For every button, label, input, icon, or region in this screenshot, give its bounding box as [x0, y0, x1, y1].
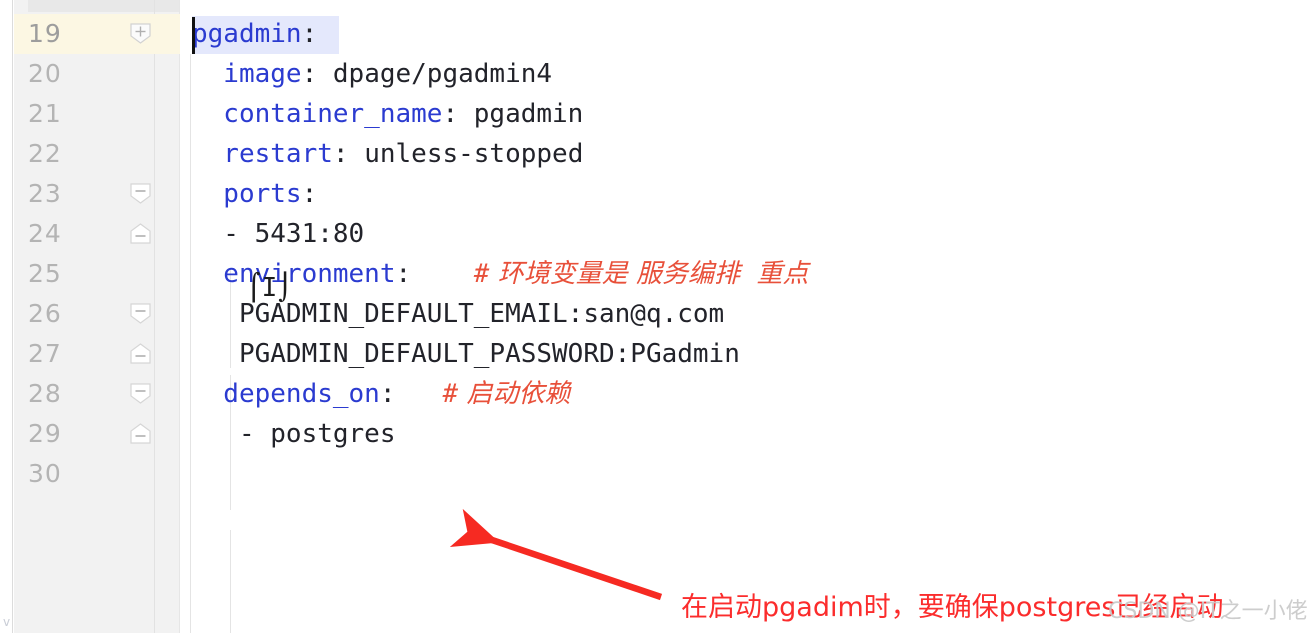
- code-token-plain: :: [442, 99, 474, 129]
- code-token-plain: :: [301, 19, 318, 49]
- line-number: 19: [28, 19, 62, 48]
- code-token-plain: :: [301, 179, 318, 209]
- left-strip-glyph: v: [2, 615, 11, 629]
- code-line: restart: unless-stopped: [192, 134, 583, 174]
- line-number: 22: [28, 139, 62, 168]
- code-token-key: pgadmin: [192, 19, 302, 49]
- code-token-comment: 启动依赖: [458, 379, 571, 409]
- code-content-area[interactable]: pgadmin: image: dpage/pgadmin4 container…: [180, 0, 1309, 633]
- code-token-value: PGADMIN_DEFAULT_PASSWORD:PGadmin: [192, 339, 740, 369]
- line-number: 27: [28, 339, 62, 368]
- line-number: 25: [28, 259, 62, 288]
- line-number: 21: [28, 99, 62, 128]
- code-token-comment: 环境变量是 服务编排 重点: [489, 259, 809, 289]
- gutter-top-sliver: [28, 0, 194, 12]
- fold-toggle-icon[interactable]: [129, 342, 152, 365]
- code-token-plain: :: [301, 59, 333, 89]
- fold-rail: [154, 0, 155, 633]
- editor-left-strip: v: [0, 0, 13, 633]
- fold-toggle-icon[interactable]: [129, 182, 152, 205]
- code-token-key: container_name: [192, 99, 443, 129]
- code-token-value: dpage/pgadmin4: [332, 59, 553, 89]
- code-token-key: environment: [192, 259, 396, 289]
- line-number: 30: [28, 459, 62, 488]
- code-token-key: ports: [192, 179, 302, 209]
- line-number: 28: [28, 379, 62, 408]
- code-line: depends_on: # 启动依赖: [192, 374, 570, 414]
- code-token-comment-hash: #: [395, 379, 459, 409]
- code-token-value: - postgres: [192, 419, 396, 449]
- code-token-value: - 5431:80: [192, 219, 365, 249]
- code-token-key: depends_on: [192, 379, 380, 409]
- code-line: PGADMIN_DEFAULT_PASSWORD:PGadmin: [192, 334, 740, 374]
- editor-screenshot: v 19 20 21 22 23 24 25 26 27 28 29 30 pgadmin: imag…: [0, 0, 1309, 633]
- code-line: - 5431:80: [192, 214, 364, 254]
- code-token-plain: :: [379, 379, 396, 409]
- code-token-key: restart: [192, 139, 333, 169]
- line-number: 26: [28, 299, 62, 328]
- text-caret: [192, 17, 195, 54]
- code-line: - postgres: [192, 414, 396, 454]
- code-token-value: unless-stopped: [364, 139, 584, 169]
- code-token-comment-hash: #: [411, 259, 490, 289]
- code-line: container_name: pgadmin: [192, 94, 583, 134]
- mouse-ibeam-cursor: ⌠I⌡: [246, 273, 293, 303]
- line-number: 20: [28, 59, 62, 88]
- indent-guide-level-1c: [230, 530, 231, 633]
- line-number: 24: [28, 219, 62, 248]
- code-token-key: image: [192, 59, 302, 89]
- code-line: image: dpage/pgadmin4: [192, 54, 552, 94]
- fold-toggle-icon[interactable]: [129, 422, 152, 445]
- fold-toggle-icon[interactable]: [129, 22, 152, 45]
- code-line: ports:: [192, 174, 317, 214]
- code-token-value: pgadmin: [473, 99, 584, 129]
- line-number: 29: [28, 419, 62, 448]
- code-token-plain: :: [332, 139, 365, 169]
- line-number: 23: [28, 179, 62, 208]
- code-token-plain: :: [395, 259, 412, 289]
- fold-toggle-icon[interactable]: [129, 382, 152, 405]
- fold-toggle-icon[interactable]: [129, 302, 152, 325]
- code-line: pgadmin:: [192, 14, 317, 54]
- fold-toggle-icon[interactable]: [129, 222, 152, 245]
- indent-guide-level-0: [190, 54, 191, 633]
